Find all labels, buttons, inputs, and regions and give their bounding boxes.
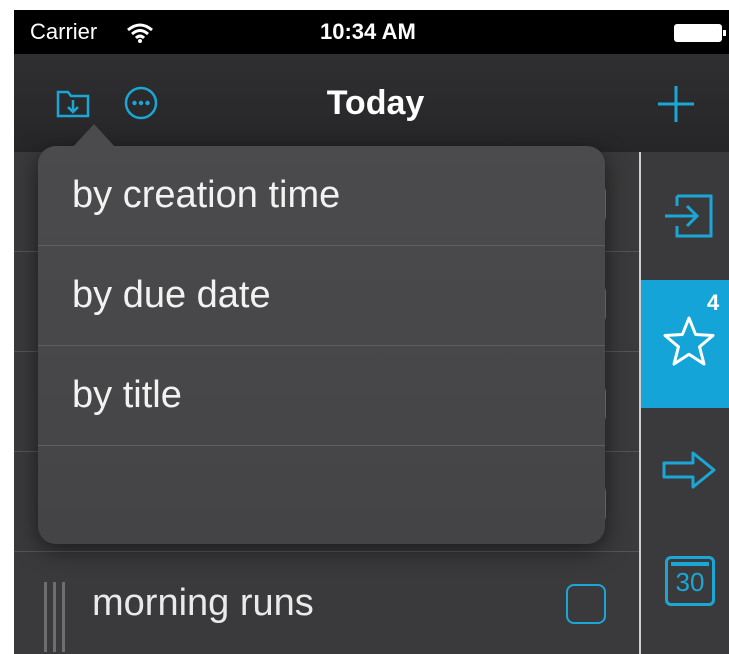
popover-arrow [72,124,116,148]
calendar-icon: 30 [665,556,715,606]
task-checkbox[interactable] [566,584,606,624]
wifi-icon [127,23,153,43]
battery-full-icon [674,24,726,42]
sidebar-item-inbox[interactable] [641,152,729,280]
plus-icon[interactable] [656,84,696,124]
sort-option-label: by title [72,374,182,416]
starred-count-badge: 4 [707,290,720,315]
sidebar-item-next[interactable] [641,408,729,536]
page-title: Today [326,84,425,122]
inbox-icon [665,194,713,238]
navigation-bar: Today [14,54,729,153]
task-title: morning runs [92,582,314,624]
drag-handle-icon[interactable] [44,582,72,652]
sort-option-due-date[interactable]: by due date [38,246,605,346]
sort-option-creation-time[interactable]: by creation time [38,146,605,246]
status-time: 10:34 AM [320,19,416,44]
app-screen: Carrier 10:34 AM Today morning runs 4 30… [14,10,729,654]
carrier-label: Carrier [30,19,98,44]
star-icon [663,316,715,366]
list-item[interactable]: morning runs [14,552,640,654]
arrow-right-icon [662,451,716,489]
sort-option-empty [38,446,605,546]
sidebar-item-starred[interactable]: 4 [641,280,729,408]
sort-option-label: by creation time [72,174,341,216]
sort-option-title[interactable]: by title [38,346,605,446]
sidebar-item-calendar[interactable]: 30 [641,536,729,654]
sort-option-label: by due date [72,274,271,316]
status-bar: Carrier 10:34 AM [14,10,729,54]
sidebar: 4 30 [641,152,729,654]
sort-popover: by creation time by due date by title [38,124,605,546]
